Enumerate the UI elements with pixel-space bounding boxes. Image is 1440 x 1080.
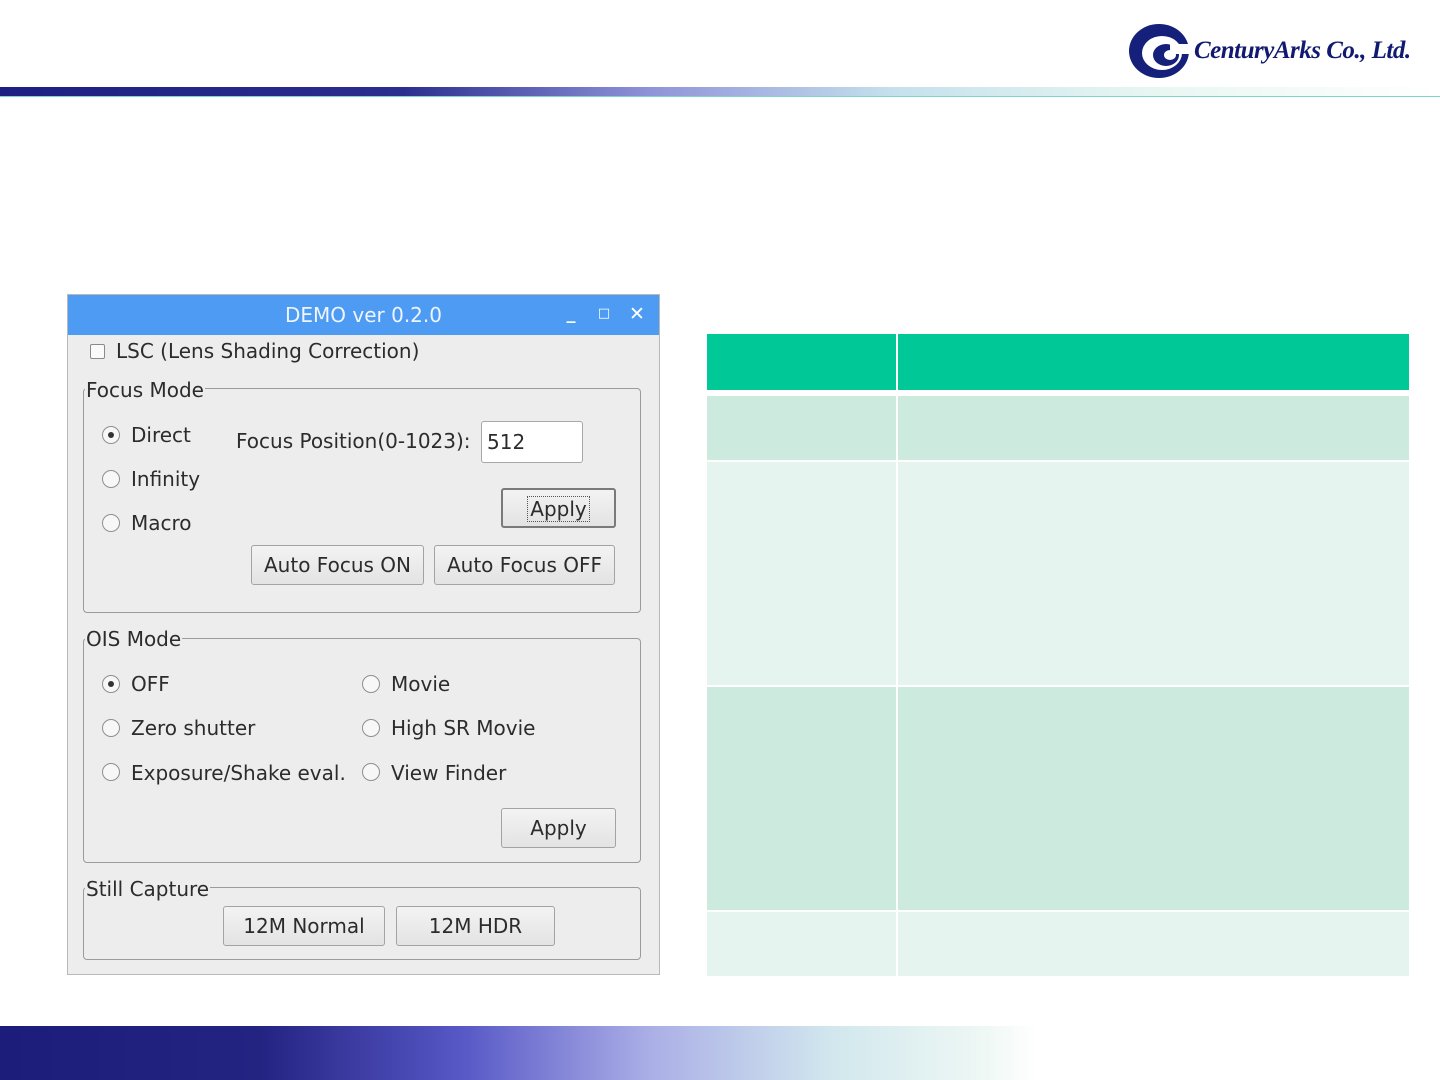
focus-position-label: Focus Position(0-1023): <box>236 429 471 453</box>
ois-exposure-shake-radio[interactable] <box>102 763 120 781</box>
company-logo: CenturyArks Co., Ltd. <box>1126 22 1411 80</box>
focus-direct-radio[interactable] <box>102 426 120 444</box>
table-cell <box>898 462 1409 685</box>
company-name: CenturyArks Co., Ltd. <box>1194 37 1411 64</box>
window-titlebar[interactable]: DEMO ver 0.2.0 _ □ ✕ <box>68 295 659 335</box>
focus-position-input[interactable]: 512 <box>481 421 583 463</box>
ois-view-finder-radio[interactable] <box>362 763 380 781</box>
ois-movie-radio[interactable] <box>362 675 380 693</box>
ois-movie-label[interactable]: Movie <box>391 672 450 696</box>
table-cell <box>898 396 1409 460</box>
focus-apply-button[interactable]: Apply <box>501 488 616 528</box>
lsc-checkbox[interactable] <box>90 344 105 359</box>
focus-direct-label[interactable]: Direct <box>131 423 191 447</box>
focus-infinity-label[interactable]: Infinity <box>131 467 200 491</box>
ois-zero-shutter-label[interactable]: Zero shutter <box>131 716 255 740</box>
ois-off-radio[interactable] <box>102 675 120 693</box>
focus-macro-label[interactable]: Macro <box>131 511 192 535</box>
table-header-cell-2 <box>898 334 1409 390</box>
header-accent-line <box>0 96 1440 97</box>
ois-exposure-shake-label[interactable]: Exposure/Shake eval. <box>131 761 346 785</box>
lsc-label: LSC (Lens Shading Correction) <box>116 339 420 363</box>
table-cell <box>898 912 1409 976</box>
table-row <box>707 462 1409 685</box>
footer-gradient-bar <box>0 1026 1440 1080</box>
table-cell <box>707 687 896 910</box>
table-row <box>707 396 1409 460</box>
capture-12m-normal-button[interactable]: 12M Normal <box>223 906 385 946</box>
table-cell <box>707 462 896 685</box>
ois-apply-button[interactable]: Apply <box>501 808 616 848</box>
ois-high-sr-movie-radio[interactable] <box>362 719 380 737</box>
auto-focus-on-button[interactable]: Auto Focus ON <box>251 545 424 585</box>
focus-apply-label: Apply <box>527 496 590 522</box>
centuryarks-logo-icon <box>1129 24 1192 78</box>
table-cell <box>707 912 896 976</box>
focus-mode-legend: Focus Mode <box>85 378 205 402</box>
close-icon[interactable]: ✕ <box>626 303 648 325</box>
ois-high-sr-movie-label[interactable]: High SR Movie <box>391 716 535 740</box>
ois-zero-shutter-radio[interactable] <box>102 719 120 737</box>
table-row <box>707 912 1409 976</box>
focus-macro-radio[interactable] <box>102 514 120 532</box>
capture-12m-hdr-button[interactable]: 12M HDR <box>396 906 555 946</box>
demo-window: DEMO ver 0.2.0 _ □ ✕ LSC (Lens Shading C… <box>67 294 660 975</box>
ois-off-label[interactable]: OFF <box>131 672 170 696</box>
ois-mode-legend: OIS Mode <box>85 627 183 651</box>
ois-view-finder-label[interactable]: View Finder <box>391 761 506 785</box>
focus-infinity-radio[interactable] <box>102 470 120 488</box>
table-cell <box>707 396 896 460</box>
table-row <box>707 687 1409 910</box>
table-cell <box>898 687 1409 910</box>
maximize-icon[interactable]: □ <box>593 303 615 325</box>
table-header-row <box>707 334 1409 390</box>
table-header-cell-1 <box>707 334 896 390</box>
minimize-icon[interactable]: _ <box>560 303 582 325</box>
auto-focus-off-button[interactable]: Auto Focus OFF <box>434 545 615 585</box>
still-capture-legend: Still Capture <box>85 877 211 901</box>
